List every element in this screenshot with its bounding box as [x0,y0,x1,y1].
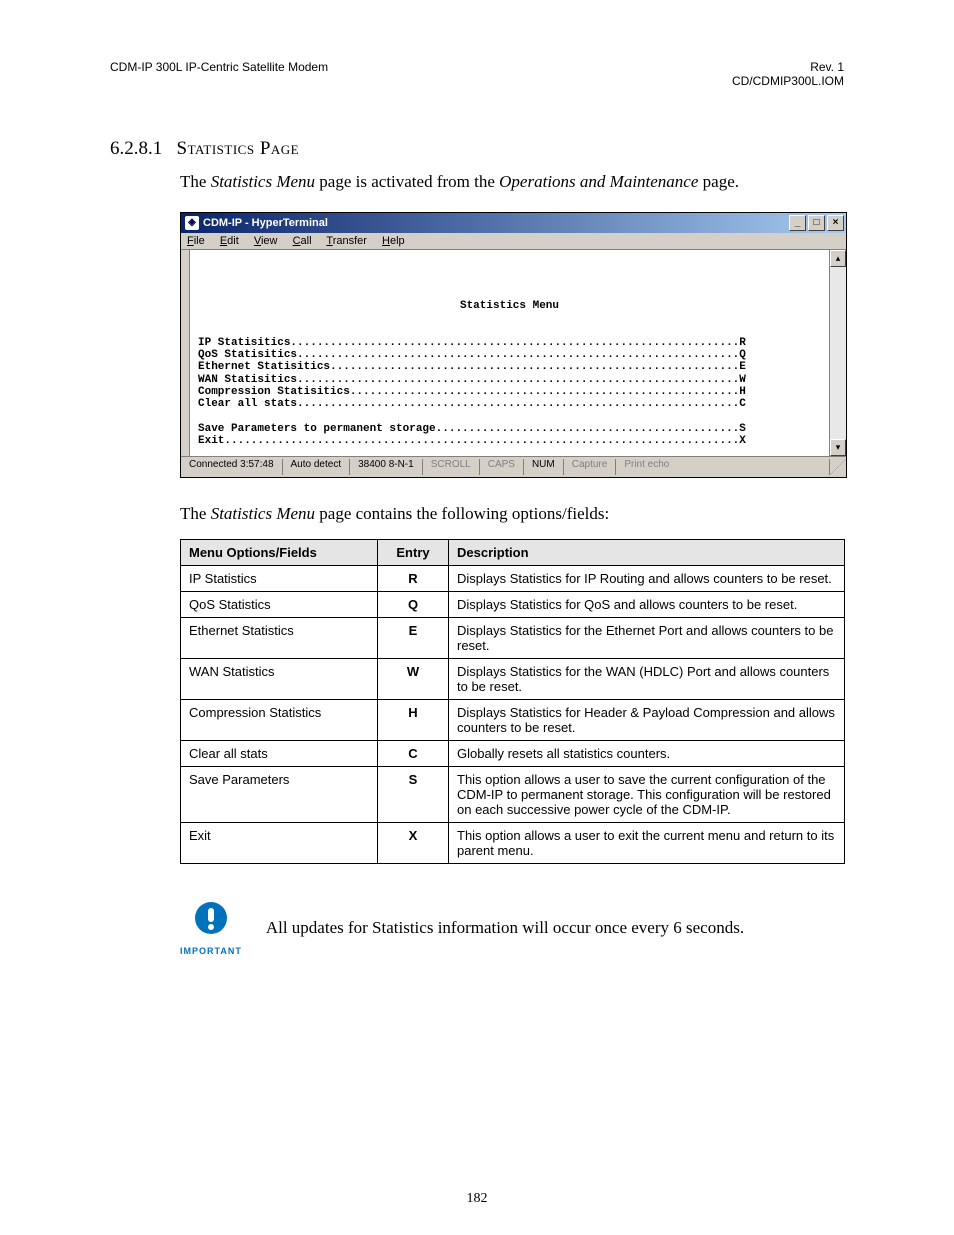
th-entry: Entry [378,540,449,566]
cell-menu: Save Parameters [181,767,378,823]
section-heading: 6.2.8.1 Statistics Page [110,138,844,160]
cell-entry: C [378,741,449,767]
menu-file[interactable]: File [187,235,205,247]
intro-ital2: Operations and Maintenance [499,172,698,191]
important-icon: IMPORTANT [180,900,242,956]
between-ital: Statistics Menu [211,504,315,523]
cell-desc: This option allows a user to exit the cu… [449,823,845,864]
important-text: All updates for Statistics information w… [266,918,744,938]
table-row: Clear all statsCGlobally resets all stat… [181,741,845,767]
doc-header-id: CD/CDMIP300L.IOM [732,74,844,88]
app-icon: ◈ [185,216,199,230]
th-menu: Menu Options/Fields [181,540,378,566]
cell-menu: IP Statistics [181,566,378,592]
intro-post: page. [698,172,739,191]
doc-header: CDM-IP 300L IP-Centric Satellite Modem R… [110,60,844,88]
cell-entry: E [378,618,449,659]
section-title: Statistics Page [177,138,300,159]
maximize-button[interactable]: □ [808,215,825,231]
status-connected: Connected 3:57:48 [181,459,283,475]
between-post: page contains the following options/fiel… [315,504,609,523]
options-table: Menu Options/Fields Entry Description IP… [180,539,845,864]
cell-entry: W [378,659,449,700]
doc-header-rev: Rev. 1 [732,60,844,74]
cell-desc: Globally resets all statistics counters. [449,741,845,767]
cell-desc: Displays Statistics for Header & Payload… [449,700,845,741]
minimize-button[interactable]: _ [789,215,806,231]
important-note: IMPORTANT All updates for Statistics inf… [180,900,844,956]
hyperterminal-window: ◈ CDM-IP - HyperTerminal _ □ × File Edit… [180,212,847,478]
cell-menu: Exit [181,823,378,864]
th-desc: Description [449,540,845,566]
table-row: IP StatisticsRDisplays Statistics for IP… [181,566,845,592]
left-gutter [181,250,190,456]
between-paragraph: The Statistics Menu page contains the fo… [180,502,844,526]
terminal-content[interactable]: Statistics Menu IP Statisitics..........… [190,250,829,456]
important-label: IMPORTANT [180,946,242,956]
cell-entry: R [378,566,449,592]
status-printecho: Print echo [616,459,830,475]
resize-grip-icon[interactable] [830,459,846,475]
section-number: 6.2.8.1 [110,138,162,159]
cell-desc: This option allows a user to save the cu… [449,767,845,823]
page-number: 182 [0,1191,954,1207]
cell-entry: X [378,823,449,864]
doc-header-left: CDM-IP 300L IP-Centric Satellite Modem [110,60,328,88]
table-row: Compression StatisticsHDisplays Statisti… [181,700,845,741]
cell-entry: S [378,767,449,823]
menu-transfer[interactable]: Transfer [326,235,367,247]
cell-desc: Displays Statistics for IP Routing and a… [449,566,845,592]
cell-menu: Compression Statistics [181,700,378,741]
scroll-up-button[interactable]: ▴ [830,250,846,267]
between-pre: The [180,504,211,523]
menu-edit[interactable]: Edit [220,235,239,247]
cell-entry: Q [378,592,449,618]
menubar: File Edit View Call Transfer Help [181,233,846,250]
cell-entry: H [378,700,449,741]
intro-paragraph: The Statistics Menu page is activated fr… [180,170,844,194]
menu-help[interactable]: Help [382,235,405,247]
terminal-title: Statistics Menu [198,300,821,312]
menu-call[interactable]: Call [293,235,312,247]
intro-mid: page is activated from the [315,172,499,191]
cell-menu: Ethernet Statistics [181,618,378,659]
scrollbar[interactable]: ▴ ▾ [829,250,846,456]
table-row: Save ParametersSThis option allows a use… [181,767,845,823]
status-capture: Capture [564,459,617,475]
table-row: WAN StatisticsWDisplays Statistics for t… [181,659,845,700]
window-titlebar: ◈ CDM-IP - HyperTerminal _ □ × [181,213,846,233]
status-port: 38400 8-N-1 [350,459,423,475]
table-row: ExitXThis option allows a user to exit t… [181,823,845,864]
table-row: QoS StatisticsQDisplays Statistics for Q… [181,592,845,618]
table-row: Ethernet StatisticsEDisplays Statistics … [181,618,845,659]
cell-desc: Displays Statistics for the Ethernet Por… [449,618,845,659]
intro-pre: The [180,172,211,191]
status-num: NUM [524,459,564,475]
status-caps: CAPS [480,459,524,475]
status-scroll: SCROLL [423,459,480,475]
scroll-down-button[interactable]: ▾ [830,439,846,456]
intro-ital1: Statistics Menu [211,172,315,191]
status-detect: Auto detect [283,459,351,475]
window-title: CDM-IP - HyperTerminal [203,217,328,229]
scroll-track[interactable] [830,267,846,439]
cell-desc: Displays Statistics for the WAN (HDLC) P… [449,659,845,700]
cell-menu: QoS Statistics [181,592,378,618]
close-button[interactable]: × [827,215,844,231]
menu-view[interactable]: View [254,235,278,247]
cell-desc: Displays Statistics for QoS and allows c… [449,592,845,618]
cell-menu: WAN Statistics [181,659,378,700]
cell-menu: Clear all stats [181,741,378,767]
statusbar: Connected 3:57:48 Auto detect 38400 8-N-… [181,456,846,477]
